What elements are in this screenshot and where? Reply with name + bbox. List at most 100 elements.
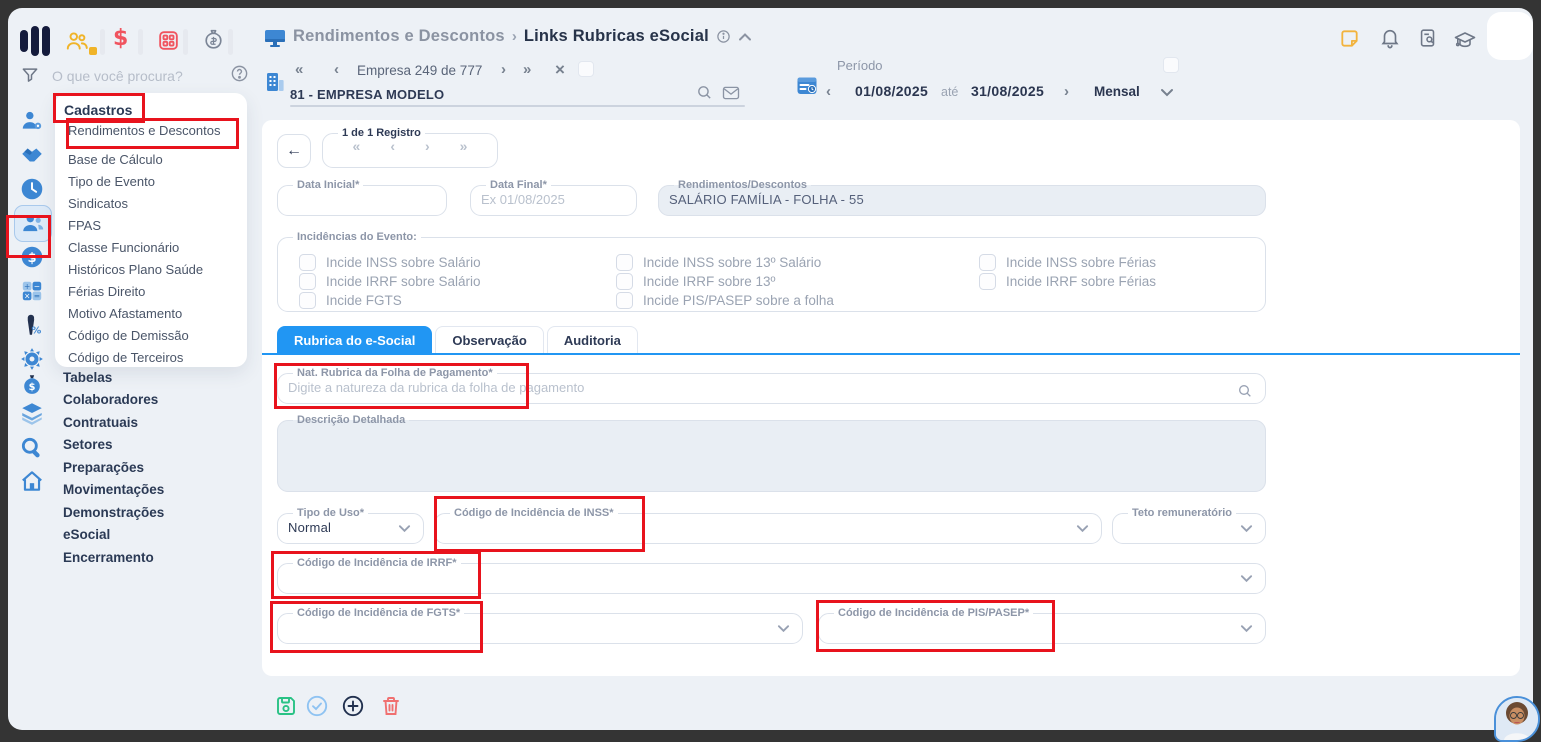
sidebar-dollar-icon[interactable]: $ xyxy=(19,244,45,270)
chevron-down-icon[interactable] xyxy=(1240,624,1253,633)
global-search-input[interactable]: O que você procura? xyxy=(52,68,183,84)
chevron-down-icon[interactable] xyxy=(777,624,790,633)
tab-observacao[interactable]: Observação xyxy=(435,326,544,354)
sidebar-clock-icon[interactable] xyxy=(19,176,45,202)
record-next-button[interactable]: › xyxy=(425,138,430,154)
sidebar-gear-globe-icon[interactable] xyxy=(19,346,45,372)
menu-section-esocial[interactable]: eSocial xyxy=(63,527,110,542)
sidebar-moneybag-icon[interactable]: $ xyxy=(19,372,45,398)
period-start-date[interactable]: 01/08/2025 xyxy=(855,83,928,99)
period-checkbox[interactable] xyxy=(1163,57,1179,73)
period-prev-button[interactable]: ‹ xyxy=(826,84,831,99)
chevron-down-icon[interactable] xyxy=(1240,574,1253,583)
cod-inss-select[interactable] xyxy=(445,519,1091,533)
period-mode-select[interactable]: Mensal xyxy=(1094,84,1140,99)
checkbox-irrf-13[interactable] xyxy=(616,273,633,290)
people-module-icon[interactable] xyxy=(64,28,90,54)
delete-button[interactable] xyxy=(379,694,403,718)
company-first-button[interactable]: « xyxy=(295,62,303,77)
descricao-textarea[interactable] xyxy=(288,426,1255,476)
menu-section-movimentacoes[interactable]: Movimentações xyxy=(63,482,164,497)
sidebar-calculator-icon[interactable]: + −× = xyxy=(19,278,45,304)
record-prev-button[interactable]: ‹ xyxy=(390,138,395,154)
checkbox-inss-salario[interactable] xyxy=(299,254,316,271)
menu-item-rendimentos-e-descontos[interactable]: Rendimentos e Descontos xyxy=(68,123,220,138)
period-chevron-down-icon[interactable] xyxy=(1160,88,1174,97)
tab-auditoria[interactable]: Auditoria xyxy=(546,326,638,354)
menu-item-codigo-de-demissao[interactable]: Código de Demissão xyxy=(68,328,189,343)
help-icon[interactable] xyxy=(230,64,249,83)
record-first-button[interactable]: « xyxy=(353,138,361,154)
sidebar-home-icon[interactable] xyxy=(19,468,45,494)
sidebar-person-gear-icon[interactable] xyxy=(19,108,45,134)
data-final-input[interactable] xyxy=(481,192,612,207)
period-next-button[interactable]: › xyxy=(1064,84,1069,99)
confirm-button[interactable] xyxy=(305,694,329,718)
cod-fgts-select[interactable] xyxy=(288,619,792,633)
company-search-icon[interactable] xyxy=(696,84,713,101)
sidebar-handshake-icon[interactable] xyxy=(19,142,45,168)
company-checkbox[interactable] xyxy=(578,61,594,77)
checkbox-irrf-ferias[interactable] xyxy=(979,273,996,290)
checkbox-pis-folha[interactable] xyxy=(616,292,633,309)
back-button[interactable]: ← xyxy=(277,134,311,168)
company-prev-button[interactable]: ‹ xyxy=(334,62,339,77)
note-icon[interactable] xyxy=(1338,27,1361,50)
sidebar-search-icon[interactable] xyxy=(19,435,45,461)
sidebar-people-icon[interactable] xyxy=(20,210,46,236)
save-button[interactable] xyxy=(274,694,298,718)
menu-item-tipo-de-evento[interactable]: Tipo de Evento xyxy=(68,174,155,189)
period-end-date[interactable]: 31/08/2025 xyxy=(971,83,1044,99)
support-chat-avatar[interactable] xyxy=(1494,696,1540,742)
cod-pis-select[interactable] xyxy=(829,619,1255,633)
chevron-down-icon[interactable] xyxy=(1076,524,1089,533)
finance-module-icon[interactable]: $ xyxy=(113,26,128,51)
chevron-down-icon[interactable] xyxy=(1240,524,1253,533)
calculator-module-icon[interactable] xyxy=(156,28,181,53)
cod-irrf-select[interactable] xyxy=(288,569,1255,583)
chevron-down-icon[interactable] xyxy=(398,524,411,533)
bell-icon[interactable] xyxy=(1379,27,1401,49)
menu-section-setores[interactable]: Setores xyxy=(63,437,113,452)
checkbox-inss-13[interactable] xyxy=(616,254,633,271)
nat-rubrica-input[interactable] xyxy=(288,380,1197,395)
info-icon[interactable] xyxy=(716,29,731,44)
graduation-cap-icon[interactable] xyxy=(1453,28,1477,52)
company-next-button[interactable]: › xyxy=(501,62,506,77)
menu-item-ferias-direito[interactable]: Férias Direito xyxy=(68,284,145,299)
document-search-icon[interactable] xyxy=(1417,27,1439,49)
menu-item-historicos-plano-saude[interactable]: Históricos Plano Saúde xyxy=(68,262,203,277)
checkbox-inss-ferias[interactable] xyxy=(979,254,996,271)
menu-section-colaboradores[interactable]: Colaboradores xyxy=(63,392,158,407)
menu-section-encerramento[interactable]: Encerramento xyxy=(63,550,154,565)
add-button[interactable] xyxy=(341,694,365,718)
collapse-chevron-icon[interactable] xyxy=(738,32,752,42)
record-last-button[interactable]: » xyxy=(460,138,468,154)
sidebar-key-percent-icon[interactable]: % xyxy=(19,312,45,338)
teto-select[interactable] xyxy=(1123,519,1255,533)
menu-item-sindicatos[interactable]: Sindicatos xyxy=(68,196,128,211)
menu-section-contratuais[interactable]: Contratuais xyxy=(63,415,138,430)
menu-section-cadastros[interactable]: Cadastros xyxy=(64,102,132,118)
checkbox-irrf-salario[interactable] xyxy=(299,273,316,290)
moneybag-module-icon[interactable] xyxy=(201,27,226,52)
menu-section-demonstracoes[interactable]: Demonstrações xyxy=(63,505,164,520)
menu-section-preparacoes[interactable]: Preparações xyxy=(63,460,144,475)
user-area[interactable] xyxy=(1487,12,1533,60)
checkbox-fgts[interactable] xyxy=(299,292,316,309)
menu-item-motivo-afastamento[interactable]: Motivo Afastamento xyxy=(68,306,182,321)
filter-icon[interactable] xyxy=(20,65,40,85)
tab-rubrica-esocial[interactable]: Rubrica do e-Social xyxy=(277,326,433,354)
company-last-button[interactable]: » xyxy=(523,62,531,77)
tipo-uso-select[interactable]: Normal xyxy=(288,520,413,535)
menu-item-fpas[interactable]: FPAS xyxy=(68,218,101,233)
sidebar-layers-icon[interactable] xyxy=(19,400,45,426)
menu-item-base-de-calculo[interactable]: Base de Cálculo xyxy=(68,152,163,167)
data-inicial-input[interactable] xyxy=(288,192,422,207)
envelope-icon[interactable] xyxy=(722,85,740,101)
company-close-button[interactable]: × xyxy=(555,61,565,78)
menu-item-codigo-de-terceiros[interactable]: Código de Terceiros xyxy=(68,350,183,365)
menu-section-tabelas[interactable]: Tabelas xyxy=(63,370,112,385)
nat-rubrica-search-icon[interactable] xyxy=(1237,383,1253,399)
menu-item-classe-funcionario[interactable]: Classe Funcionário xyxy=(68,240,179,255)
